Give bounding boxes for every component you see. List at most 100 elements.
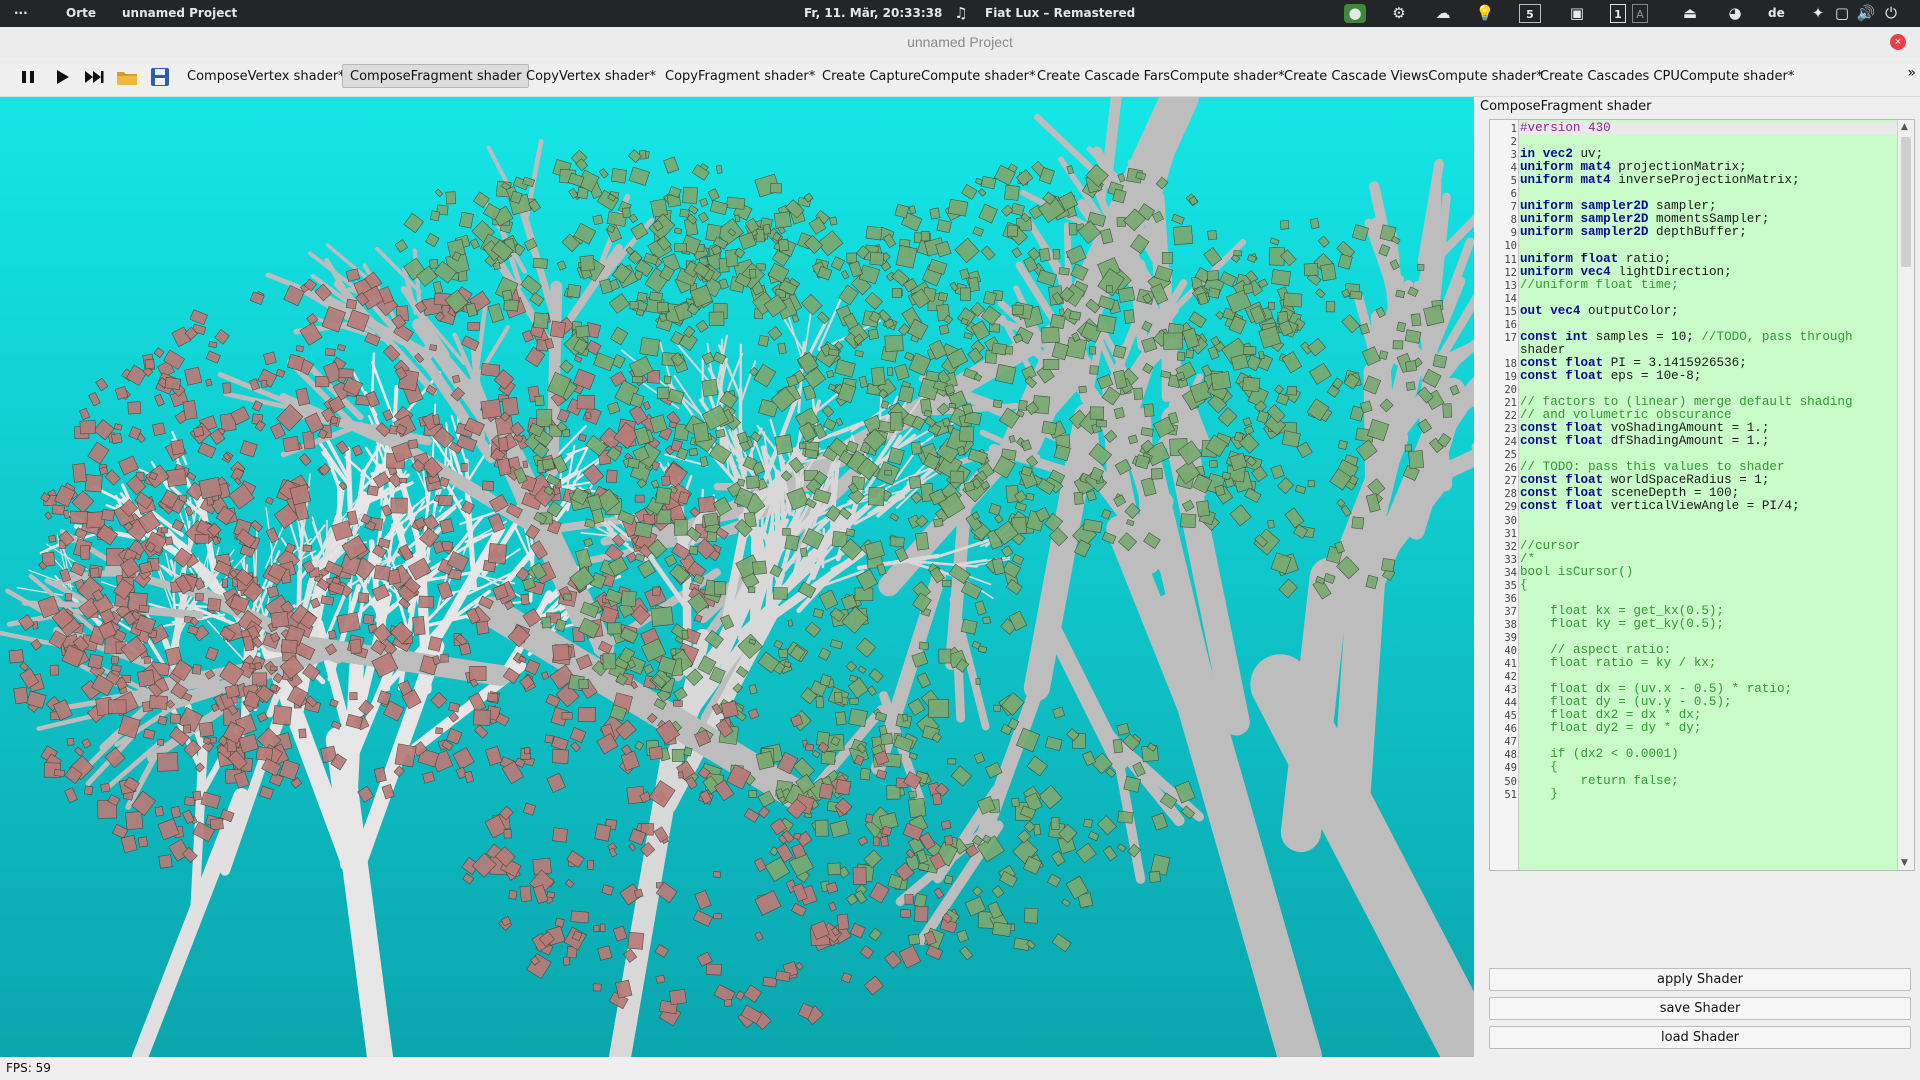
code-line[interactable]: float dx2 = dx * dx;	[1520, 709, 1897, 722]
clock[interactable]: Fr, 11. Mär, 20:33:38	[804, 0, 942, 27]
code-line[interactable]: const float eps = 10e-8;	[1520, 370, 1897, 383]
scroll-up-icon[interactable]: ▲	[1901, 122, 1908, 132]
code-line[interactable]: {	[1520, 761, 1897, 774]
tree-leaf	[650, 198, 669, 218]
pause-icon[interactable]	[16, 65, 40, 89]
code-line[interactable]: const float voShadingAmount = 1.;	[1520, 422, 1897, 435]
code-line[interactable]: float ky = get_ky(0.5);	[1520, 618, 1897, 631]
code-line[interactable]: float ratio = ky / kx;	[1520, 657, 1897, 670]
code-line[interactable]: uniform vec4 lightDirection;	[1520, 266, 1897, 279]
steam-icon[interactable]: ⚙	[1388, 4, 1410, 23]
tree-leaf	[1381, 557, 1396, 573]
places-menu[interactable]: Orte	[66, 0, 96, 27]
code-line[interactable]: float dy = (uv.y - 0.5);	[1520, 696, 1897, 709]
code-line[interactable]: float kx = get_kx(0.5);	[1520, 605, 1897, 618]
tab-capturecompute-shader[interactable]: Create CaptureCompute shader*	[814, 64, 1044, 88]
code-line[interactable]: const float sceneDepth = 100;	[1520, 487, 1897, 500]
power-icon[interactable]: ⏻	[1880, 4, 1902, 23]
apply-shader-button[interactable]: apply Shader	[1489, 968, 1911, 991]
play-icon[interactable]	[50, 65, 74, 89]
network-icon[interactable]: ✦	[1808, 4, 1828, 23]
tree-leaf	[610, 168, 627, 184]
tab-cascade-farscompute-shader[interactable]: Create Cascade FarsCompute shader*	[1029, 64, 1293, 88]
tree-leaf	[933, 517, 944, 528]
tree-leaf	[541, 616, 552, 629]
code-line[interactable]: uniform sampler2D momentsSampler;	[1520, 213, 1897, 226]
scroll-down-icon[interactable]: ▼	[1901, 858, 1908, 868]
tab-copyfragment-shader[interactable]: CopyFragment shader*	[657, 64, 823, 88]
volume-icon[interactable]: 🔊	[1856, 4, 1876, 23]
code-line[interactable]: in vec2 uv;	[1520, 148, 1897, 161]
code-line[interactable]: // TODO: pass this values to shader	[1520, 461, 1897, 474]
tab-copyvertex-shader[interactable]: CopyVertex shader*	[518, 64, 664, 88]
open-folder-icon[interactable]	[115, 65, 139, 89]
shader-code-editor[interactable]: 1 2 3 4 5 6 7 8 9 10 11 12 13 14 15 16 17 18 19 20 21 22 23 24 2…	[1489, 119, 1915, 871]
tree-leaf	[394, 743, 417, 768]
tree-leaf	[910, 441, 922, 455]
code-line[interactable]: // factors to (linear) merge default sha…	[1520, 396, 1897, 409]
code-line[interactable]: float dy2 = dy * dy;	[1520, 722, 1897, 735]
code-line[interactable]: bool isCursor()	[1520, 566, 1897, 579]
tree-leaf	[948, 403, 957, 409]
tab-cascade-viewscompute-shader[interactable]: Create Cascade ViewsCompute shader*	[1276, 64, 1551, 88]
tree-leaf	[1018, 400, 1028, 411]
code-line[interactable]: const float verticalViewAngle = PI/4;	[1520, 500, 1897, 513]
line-number: 33	[1504, 553, 1517, 566]
tree-leaf	[692, 421, 710, 443]
close-window-button[interactable]: ×	[1890, 34, 1906, 50]
load-shader-button[interactable]: load Shader	[1489, 1026, 1911, 1049]
tree-leaf	[170, 439, 186, 456]
code-line[interactable]: {	[1520, 579, 1897, 592]
code-line[interactable]: // aspect ratio:	[1520, 644, 1897, 657]
keyboard-layout[interactable]: de	[1768, 0, 1785, 27]
render-viewport[interactable]	[0, 97, 1474, 1057]
eject-icon[interactable]: ⏏	[1680, 4, 1700, 23]
display-icon[interactable]: ▢	[1832, 4, 1852, 23]
code-line[interactable]: // and volumetric obscurance	[1520, 409, 1897, 422]
panel-menu-button[interactable]: ···	[14, 0, 28, 27]
sync-icon[interactable]: ☁	[1432, 4, 1454, 23]
code-line[interactable]: }	[1520, 788, 1897, 801]
tab-composefragment-shader[interactable]: ComposeFragment shader	[342, 64, 530, 88]
bulb-icon[interactable]: 💡	[1474, 4, 1496, 23]
code-line[interactable]: const float dfShadingAmount = 1.;	[1520, 435, 1897, 448]
tab-composevertex-shader[interactable]: ComposeVertex shader*	[179, 64, 353, 88]
skip-forward-icon[interactable]	[82, 65, 106, 89]
tree-leaf	[1089, 365, 1099, 375]
tab-cascades-cpucompute-shader[interactable]: Create Cascades CPUCompute shader*	[1532, 64, 1802, 88]
code-line[interactable]: //uniform float time;	[1520, 279, 1897, 292]
tree-leaf	[549, 320, 567, 339]
code-line[interactable]: #version 430	[1520, 122, 1897, 136]
code-line[interactable]: uniform sampler2D depthBuffer;	[1520, 226, 1897, 239]
palette-icon[interactable]: ◕	[1724, 4, 1746, 23]
tree-leaf	[1349, 290, 1363, 300]
line-number: 44	[1504, 697, 1517, 710]
code-line[interactable]: uniform sampler2D sampler;	[1520, 200, 1897, 213]
code-line[interactable]: uniform mat4 projectionMatrix;	[1520, 161, 1897, 174]
scrollbar-thumb[interactable]	[1901, 137, 1911, 267]
code-line[interactable]: const float PI = 3.1415926536;	[1520, 357, 1897, 370]
code-line[interactable]: out vec4 outputColor;	[1520, 305, 1897, 318]
code-line[interactable]: uniform mat4 inverseProjectionMatrix;	[1520, 174, 1897, 187]
code-line[interactable]: /*	[1520, 553, 1897, 566]
code-line[interactable]: return false;	[1520, 775, 1897, 788]
code-line[interactable]: //cursor	[1520, 540, 1897, 553]
tree-leaf	[1404, 360, 1418, 373]
code-line[interactable]: const int samples = 10; //TODO, pass thr…	[1520, 331, 1897, 344]
capslock-indicator: A	[1632, 4, 1648, 23]
active-app-label[interactable]: unnamed Project	[122, 0, 237, 27]
code-line[interactable]: float dx = (uv.x - 0.5) * ratio;	[1520, 683, 1897, 696]
clipboard-icon[interactable]: ▣	[1566, 4, 1588, 23]
code-line[interactable]: const float worldSpaceRadius = 1;	[1520, 474, 1897, 487]
code-line[interactable]: uniform float ratio;	[1520, 253, 1897, 266]
now-playing-label[interactable]: Fiat Lux – Remastered	[985, 0, 1135, 27]
save-icon[interactable]	[148, 65, 172, 89]
workspace-indicator[interactable]: 5	[1519, 4, 1541, 23]
tabs-overflow-button[interactable]: »	[1907, 65, 1916, 81]
code-line[interactable]: if (dx2 < 0.0001)	[1520, 748, 1897, 761]
save-shader-button[interactable]: save Shader	[1489, 997, 1911, 1020]
code-line[interactable]: shader	[1520, 344, 1897, 357]
editor-scrollbar[interactable]: ▲ ▼	[1897, 120, 1914, 870]
tree-leaf	[1041, 420, 1058, 436]
spotify-icon[interactable]: ●	[1344, 4, 1366, 23]
